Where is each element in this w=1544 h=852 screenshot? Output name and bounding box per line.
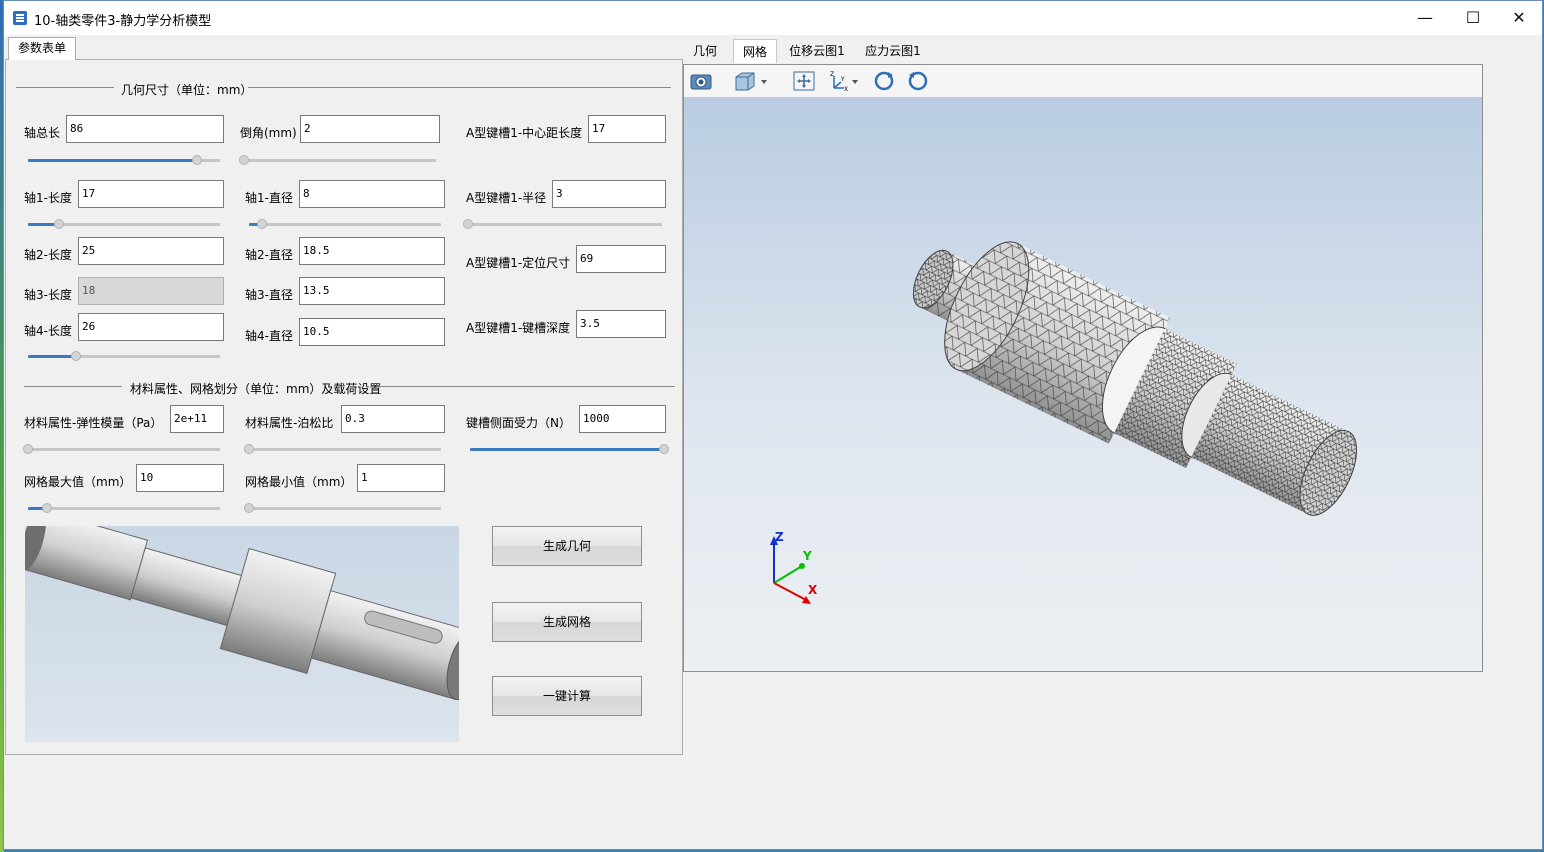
axis-triad: Z Y X	[770, 530, 818, 604]
chamfer-slider[interactable]	[239, 155, 436, 167]
mesh-min-slider[interactable]	[244, 503, 441, 515]
poisson-slider[interactable]	[244, 444, 441, 456]
shaft3-length-label: 轴3-长度	[24, 288, 72, 302]
key-radius-slider[interactable]	[463, 219, 662, 231]
elastic-modulus-input[interactable]: 2e+11	[170, 405, 224, 433]
axis-y-label: Y	[802, 549, 812, 563]
compute-button[interactable]: 一键计算	[492, 676, 642, 716]
chamfer-input[interactable]: 2	[300, 115, 440, 143]
poisson-input[interactable]: 0.3	[341, 405, 445, 433]
key-radius-label: A型键槽1-半径	[466, 191, 547, 205]
shaft4-length-slider[interactable]	[28, 351, 220, 363]
shaft2-diameter-label: 轴2-直径	[245, 248, 293, 262]
shaft1-diameter-label: 轴1-直径	[245, 191, 293, 205]
total-length-label: 轴总长	[24, 126, 61, 140]
total-length-slider[interactable]	[28, 155, 220, 167]
key-radius-input[interactable]: 3	[552, 180, 666, 208]
app-window: 10-轴类零件3-静力学分析模型 — ☐ ✕ 参数表单 几何尺寸（单位：mm） …	[3, 0, 1543, 850]
shaft2-length-label: 轴2-长度	[24, 248, 72, 262]
svg-text:Y: Y	[840, 76, 845, 83]
parameter-panel: 几何尺寸（单位：mm） 轴总长 86 倒角(mm) 2 A型键槽1-中心距长度 …	[5, 59, 683, 755]
tab-stress[interactable]: 应力云图1	[861, 39, 925, 63]
tab-parameter-form[interactable]: 参数表单	[8, 37, 76, 60]
fit-view-icon[interactable]	[792, 70, 816, 92]
mesh-max-slider[interactable]	[28, 503, 220, 515]
rotate-cw-icon[interactable]	[872, 70, 896, 92]
window-title: 10-轴类零件3-静力学分析模型	[34, 14, 212, 29]
chamfer-label: 倒角(mm)	[240, 126, 297, 140]
axis-z-label: Z	[775, 530, 784, 544]
app-icon	[13, 11, 27, 25]
mesh-3d-view[interactable]: Z Y X	[684, 98, 1482, 671]
shaft-preview-image	[25, 526, 459, 742]
shaft4-diameter-input[interactable]: 10.5	[299, 318, 445, 346]
tab-geometry[interactable]: 几何	[687, 39, 723, 63]
viewer-toolbar: ZYX	[684, 65, 1482, 98]
key-position-input[interactable]: 69	[576, 245, 666, 273]
camera-icon[interactable]	[689, 70, 713, 92]
svg-text:X: X	[844, 86, 848, 92]
key-depth-label: A型键槽1-键槽深度	[466, 321, 571, 335]
generate-mesh-button[interactable]: 生成网格	[492, 602, 642, 642]
shaft2-diameter-input[interactable]: 18.5	[299, 237, 445, 265]
section-material-title: 材料属性、网格划分（单位：mm）及载荷设置	[130, 382, 382, 396]
section-geometry-title: 几何尺寸（单位：mm）	[121, 83, 253, 97]
shaft1-length-slider[interactable]	[28, 219, 220, 231]
axis-x-label: X	[808, 583, 818, 597]
elastic-modulus-slider[interactable]	[23, 444, 220, 456]
force-input[interactable]: 1000	[579, 405, 666, 433]
shaft1-length-input[interactable]: 17	[78, 180, 224, 208]
svg-text:Z: Z	[830, 71, 834, 78]
title-bar: 10-轴类零件3-静力学分析模型 — ☐ ✕	[4, 1, 1542, 35]
key-center-label: A型键槽1-中心距长度	[466, 126, 583, 140]
shaft1-length-label: 轴1-长度	[24, 191, 72, 205]
section-geometry: 几何尺寸（单位：mm）	[16, 81, 671, 97]
cube-view-icon[interactable]	[732, 70, 772, 92]
shaft4-diameter-label: 轴4-直径	[245, 329, 293, 343]
shaft3-diameter-input[interactable]: 13.5	[299, 277, 445, 305]
key-position-label: A型键槽1-定位尺寸	[466, 256, 571, 270]
elastic-modulus-label: 材料属性-弹性模量（Pa）	[24, 416, 163, 430]
key-depth-input[interactable]: 3.5	[576, 310, 666, 338]
tab-mesh[interactable]: 网格	[733, 39, 777, 63]
rotate-ccw-icon[interactable]	[906, 70, 930, 92]
maximize-button[interactable]: ☐	[1450, 1, 1496, 35]
poisson-label: 材料属性-泊松比	[245, 416, 334, 430]
shaft3-length-input: 18	[78, 277, 224, 305]
shaft3-diameter-label: 轴3-直径	[245, 288, 293, 302]
mesh-max-input[interactable]: 10	[136, 464, 224, 492]
shaft2-length-input[interactable]: 25	[78, 237, 224, 265]
section-material: 材料属性、网格划分（单位：mm）及载荷设置	[24, 380, 675, 396]
close-button[interactable]: ✕	[1496, 1, 1542, 35]
generate-geometry-button[interactable]: 生成几何	[492, 526, 642, 566]
force-label: 键槽侧面受力（N）	[466, 416, 571, 430]
mesh-max-label: 网格最大值（mm）	[24, 475, 132, 489]
mesh-viewer: ZYX Z Y X	[683, 64, 1483, 672]
axis-orient-icon[interactable]: ZYX	[826, 70, 862, 93]
shaft4-length-label: 轴4-长度	[24, 324, 72, 338]
shaft1-diameter-slider[interactable]	[249, 219, 441, 231]
total-length-input[interactable]: 86	[66, 115, 224, 143]
shaft1-diameter-input[interactable]: 8	[299, 180, 445, 208]
tab-displacement[interactable]: 位移云图1	[785, 39, 849, 63]
key-center-input[interactable]: 17	[588, 115, 666, 143]
mesh-min-input[interactable]: 1	[357, 464, 445, 492]
minimize-button[interactable]: —	[1402, 1, 1448, 35]
shaft4-length-input[interactable]: 26	[78, 313, 224, 341]
force-slider[interactable]	[470, 444, 669, 456]
mesh-min-label: 网格最小值（mm）	[245, 475, 353, 489]
